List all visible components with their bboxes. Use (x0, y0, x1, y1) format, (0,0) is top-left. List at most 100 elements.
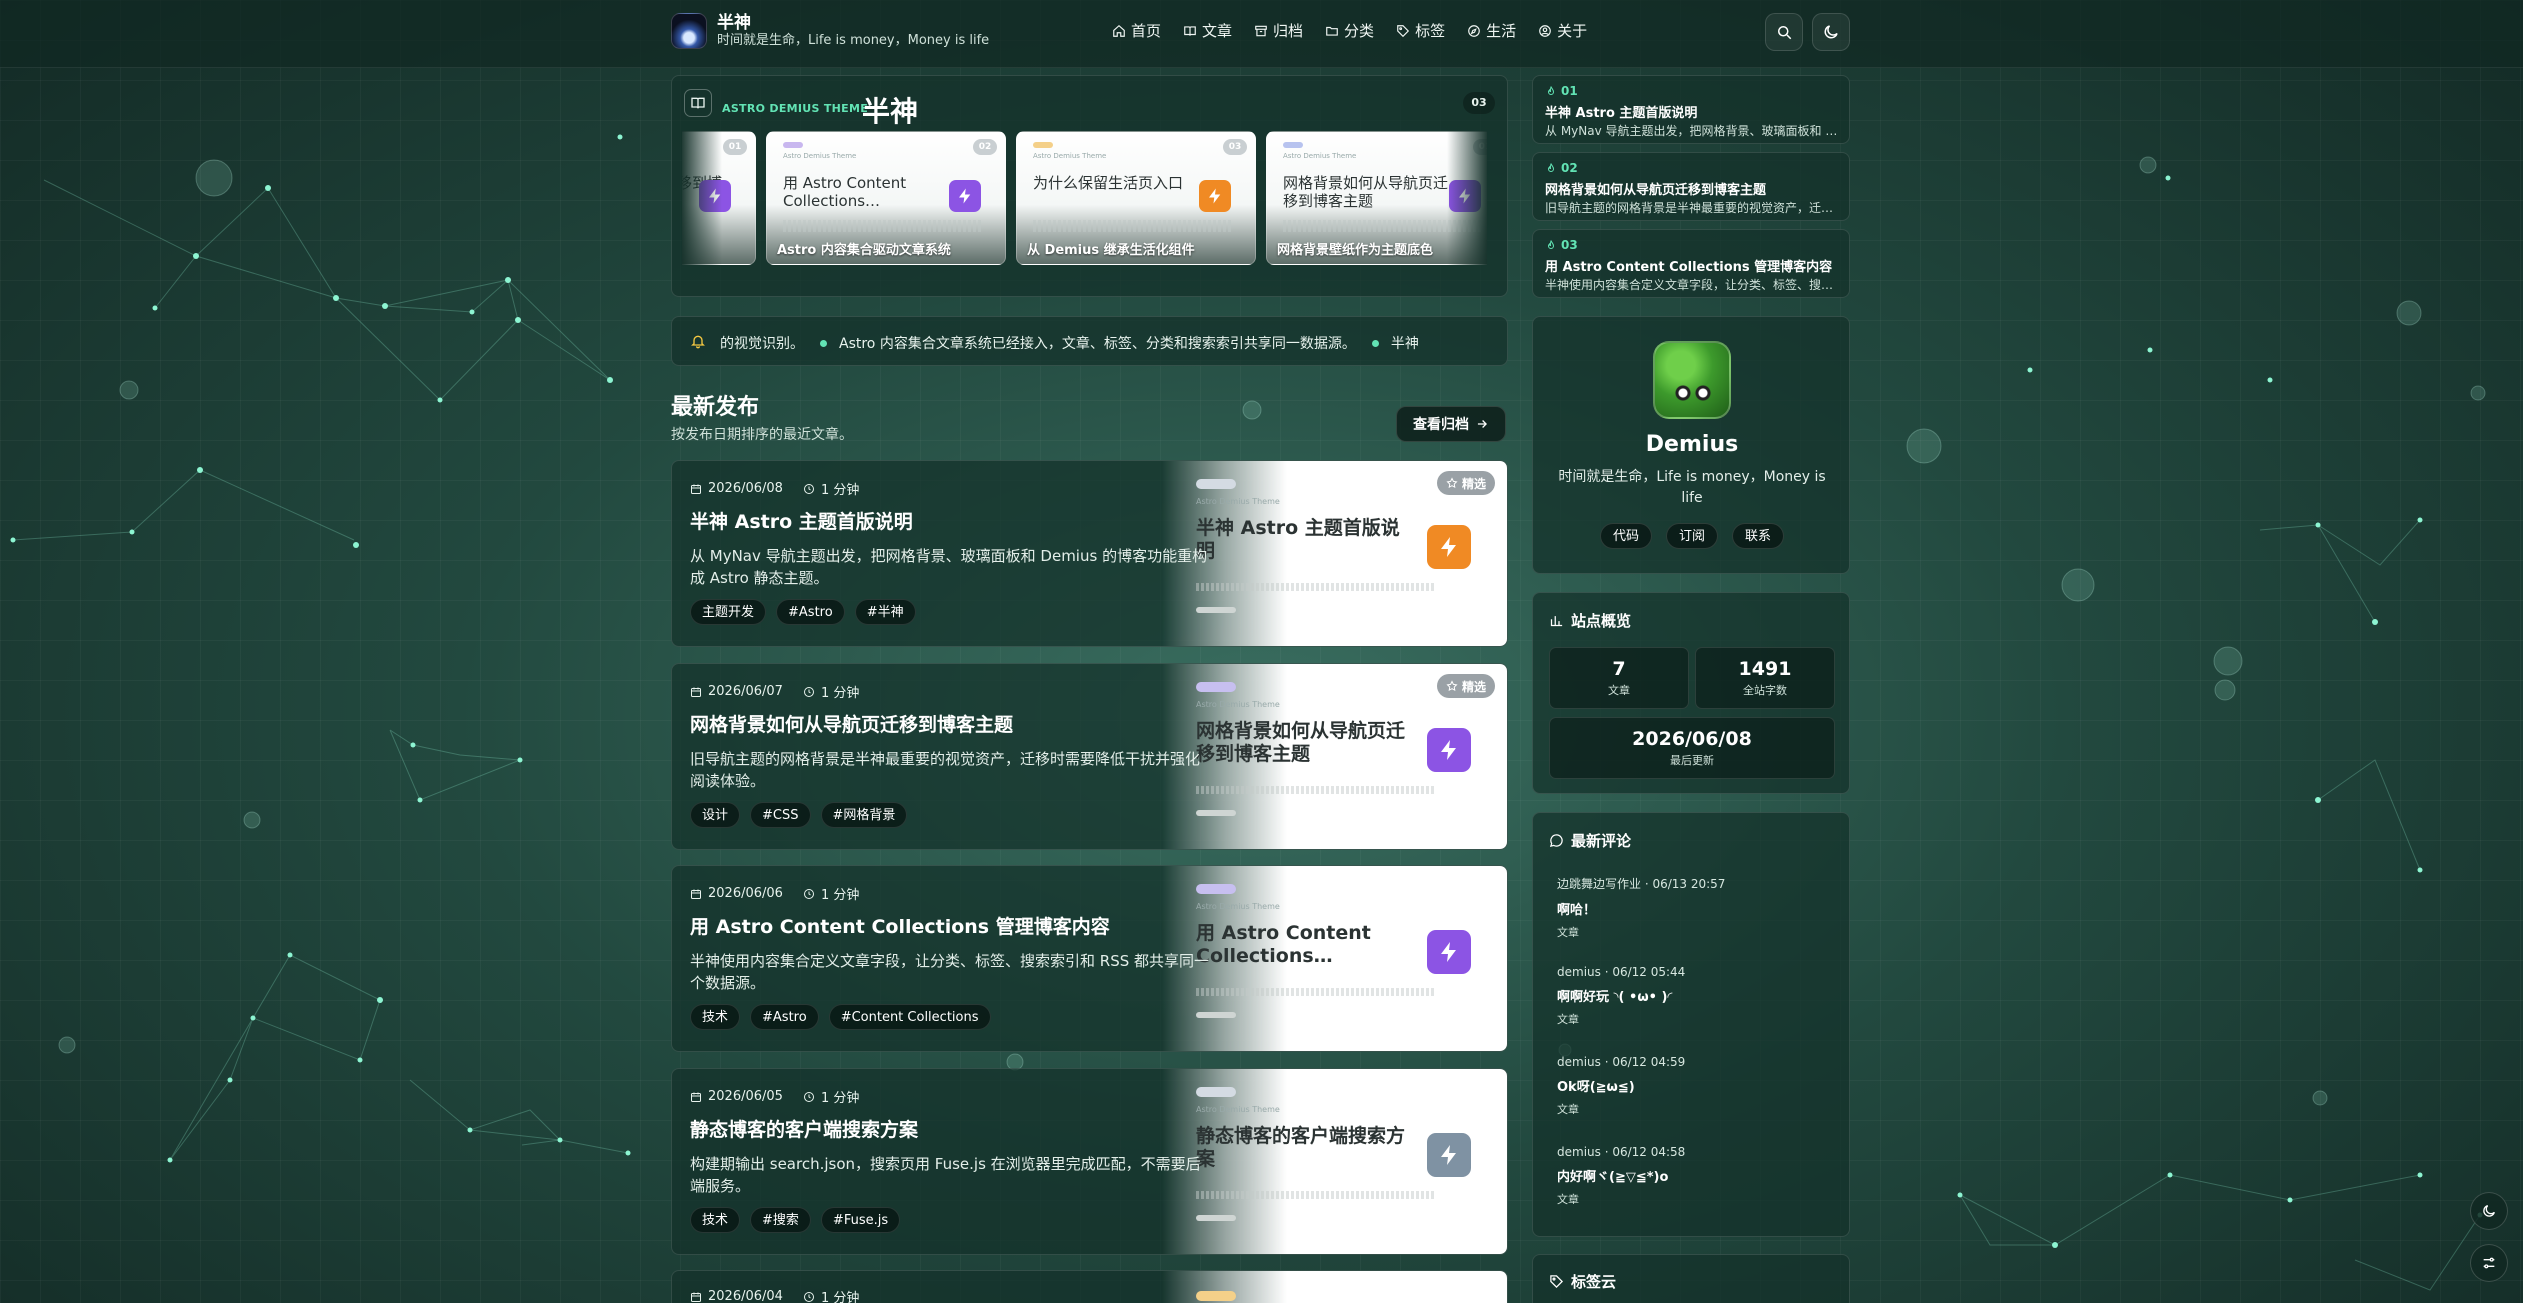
bell-icon (690, 333, 706, 353)
featured-book-icon (684, 89, 712, 117)
comment-item[interactable]: demius · 06/12 05:44 啊啊好玩 ◝( •ω• )◜ 文章 (1557, 965, 1837, 1027)
hot-post-item[interactable]: 03 用 Astro Content Collections 管理博客内容 半神… (1532, 229, 1850, 298)
lightning-icon (1427, 728, 1471, 772)
archive-icon (1255, 25, 1267, 36)
featured-carousel: ASTRO DEMIUS THEME 半神 03 01 移到博 Astro De… (671, 75, 1508, 297)
post-tag[interactable]: #Astro (776, 599, 845, 625)
comment-item[interactable]: 边跳舞边写作业 · 06/13 20:57 啊哈！ 文章 (1557, 875, 1837, 940)
post-title[interactable]: 用 Astro Content Collections 管理博客内容 (690, 912, 1110, 939)
theme-toggle-button[interactable] (1812, 13, 1850, 51)
post-excerpt: 从 MyNav 导航主题出发，把网格背景、玻璃面板和 Demius 的博客功能重… (690, 547, 1208, 587)
lightning-icon (1427, 930, 1471, 974)
profile-link-subscribe[interactable]: 订阅 (1665, 523, 1718, 549)
profile-tagline: 时间就是生命，Life is money，Money is life (1558, 469, 1826, 506)
clock-icon (803, 888, 814, 899)
site-header: 半神 时间就是生命，Life is money，Money is life 首页… (0, 0, 2523, 68)
clock-icon (803, 1291, 814, 1302)
star-icon (1446, 477, 1458, 489)
calendar-icon (691, 1292, 701, 1302)
nav-life[interactable]: 生活 (1467, 20, 1516, 41)
post-tag[interactable]: #Astro (750, 1004, 819, 1030)
site-name: 半神 (717, 13, 751, 33)
notice-marquee: 的视觉识别。 Astro 内容集合文章系统已经接入，文章、标签、分类和搜索索引共享… (720, 336, 1419, 352)
recent-comments-card: 最新评论 边跳舞边写作业 · 06/13 20:57 啊哈！ 文章 demius… (1532, 812, 1850, 1237)
profile-link-contact[interactable]: 联系 (1732, 523, 1785, 549)
carousel-slide[interactable]: Astro Demius Theme 03 为什么保留生活页入口 从 Demiu… (1016, 131, 1256, 265)
stat-words: 1491 全站字数 (1695, 647, 1835, 709)
post-category[interactable]: 技术 (690, 1004, 741, 1030)
post-tag[interactable]: #CSS (750, 802, 811, 828)
site-logo (671, 13, 707, 49)
tag-cloud-card: 标签云 (1532, 1254, 1850, 1303)
notice-bar: 的视觉识别。 Astro 内容集合文章系统已经接入，文章、标签、分类和搜索索引共享… (671, 316, 1508, 366)
latest-subtitle: 按发布日期排序的最近文章。 (671, 427, 853, 443)
main-nav: 首页 文章 归档 分类 标签 生活 关于 (1112, 20, 1587, 41)
comment-icon (1549, 834, 1563, 848)
stat-last-updated: 2026/06/08 最后更新 (1549, 717, 1835, 779)
nav-categories[interactable]: 分类 (1325, 20, 1374, 41)
floating-settings-button[interactable] (2470, 1244, 2508, 1282)
site-tagline: 时间就是生命，Life is money，Money is life (717, 33, 990, 48)
flame-icon (1547, 163, 1555, 172)
profile-name: Demius (1645, 432, 1739, 457)
clock-icon (803, 1091, 814, 1102)
featured-badge: 精选 (1436, 471, 1495, 495)
moon-icon (2483, 1205, 2495, 1217)
featured-kicker: ASTRO DEMIUS THEME (722, 102, 869, 115)
nav-posts[interactable]: 文章 (1183, 20, 1232, 41)
comment-item[interactable]: demius · 06/12 04:58 内好啊ヾ(≧▽≦*)o 文章 (1557, 1145, 1837, 1207)
post-card[interactable]: 2026/06/08 1 分钟 Astro Demius Theme 半神 As… (671, 460, 1508, 647)
compass-icon (1468, 24, 1480, 37)
post-card[interactable]: 2026/06/07 1 分钟 Astro Demius Theme 网格背景如… (671, 663, 1508, 850)
folder-icon (1326, 26, 1338, 36)
nav-tags[interactable]: 标签 (1396, 20, 1445, 41)
post-tag[interactable]: #Fuse.js (820, 1207, 901, 1233)
search-button[interactable] (1765, 13, 1803, 51)
post-title[interactable]: 静态博客的客户端搜索方案 (690, 1115, 918, 1142)
post-card[interactable]: 2026/06/06 1 分钟 Astro Demius Theme 用 Ast… (671, 865, 1508, 1052)
profile-card: Demius 时间就是生命，Life is money，Money is lif… (1532, 316, 1850, 574)
calendar-icon (691, 484, 701, 494)
flame-icon (1547, 86, 1555, 95)
post-tag[interactable]: #搜索 (750, 1207, 811, 1233)
sliders-icon (2483, 1257, 2495, 1269)
nav-archive[interactable]: 归档 (1254, 20, 1303, 41)
post-tag[interactable]: #Content Collections (828, 1004, 991, 1030)
clock-icon (803, 686, 814, 697)
moon-icon (1824, 25, 1838, 39)
post-card[interactable]: 2026/06/04 1 分钟 (671, 1270, 1508, 1303)
arrow-right-icon (1477, 420, 1487, 428)
post-title[interactable]: 网格背景如何从导航页迁移到博客主题 (690, 710, 1013, 737)
hot-post-item[interactable]: 01 半神 Astro 主题首版说明 从 MyNav 导航主题出发，把网格背景、… (1532, 75, 1850, 144)
post-title[interactable]: 半神 Astro 主题首版说明 (690, 507, 913, 534)
search-icon (1778, 26, 1792, 40)
site-stats-card: 站点概览 7 文章 1491 全站字数 2026/06/08 最后更新 (1532, 592, 1850, 794)
floating-theme-button[interactable] (2470, 1192, 2508, 1230)
post-category[interactable]: 设计 (690, 802, 741, 828)
clock-icon (803, 483, 814, 494)
site-brand[interactable]: 半神 时间就是生命，Life is money，Money is life (671, 13, 989, 49)
stat-posts: 7 文章 (1549, 647, 1689, 709)
post-tag[interactable]: #半神 (854, 599, 916, 625)
carousel-track: 01 移到博 Astro Demius Theme 02 用 Astro Con… (682, 131, 1487, 265)
avatar[interactable] (1653, 341, 1731, 419)
hot-post-item[interactable]: 02 网格背景如何从导航页迁移到博客主题 旧导航主题的网格背景是半神最重要的视觉… (1532, 152, 1850, 221)
featured-badge: 精选 (1436, 674, 1495, 698)
view-archive-button[interactable]: 查看归档 (1396, 406, 1506, 442)
calendar-icon (691, 889, 701, 899)
post-category[interactable]: 主题开发 (690, 599, 767, 625)
featured-title: 半神 (862, 95, 919, 128)
nav-about[interactable]: 关于 (1538, 20, 1587, 41)
comment-item[interactable]: demius · 06/12 04:59 Ok呀(≧ω≦) 文章 (1557, 1055, 1837, 1117)
post-card[interactable]: 2026/06/05 1 分钟 Astro Demius Theme 静态博客的… (671, 1068, 1508, 1255)
carousel-slide[interactable]: Astro Demius Theme 02 用 Astro Content Co… (766, 131, 1006, 265)
post-tag[interactable]: #网格背景 (820, 802, 908, 828)
star-icon (1446, 680, 1458, 692)
tag-icon (1550, 1275, 1564, 1289)
lightning-icon (949, 180, 981, 212)
flame-icon (1547, 240, 1555, 249)
lightning-icon (1427, 525, 1471, 569)
post-category[interactable]: 技术 (690, 1207, 741, 1233)
nav-home[interactable]: 首页 (1112, 20, 1161, 41)
profile-link-code[interactable]: 代码 (1599, 523, 1652, 549)
